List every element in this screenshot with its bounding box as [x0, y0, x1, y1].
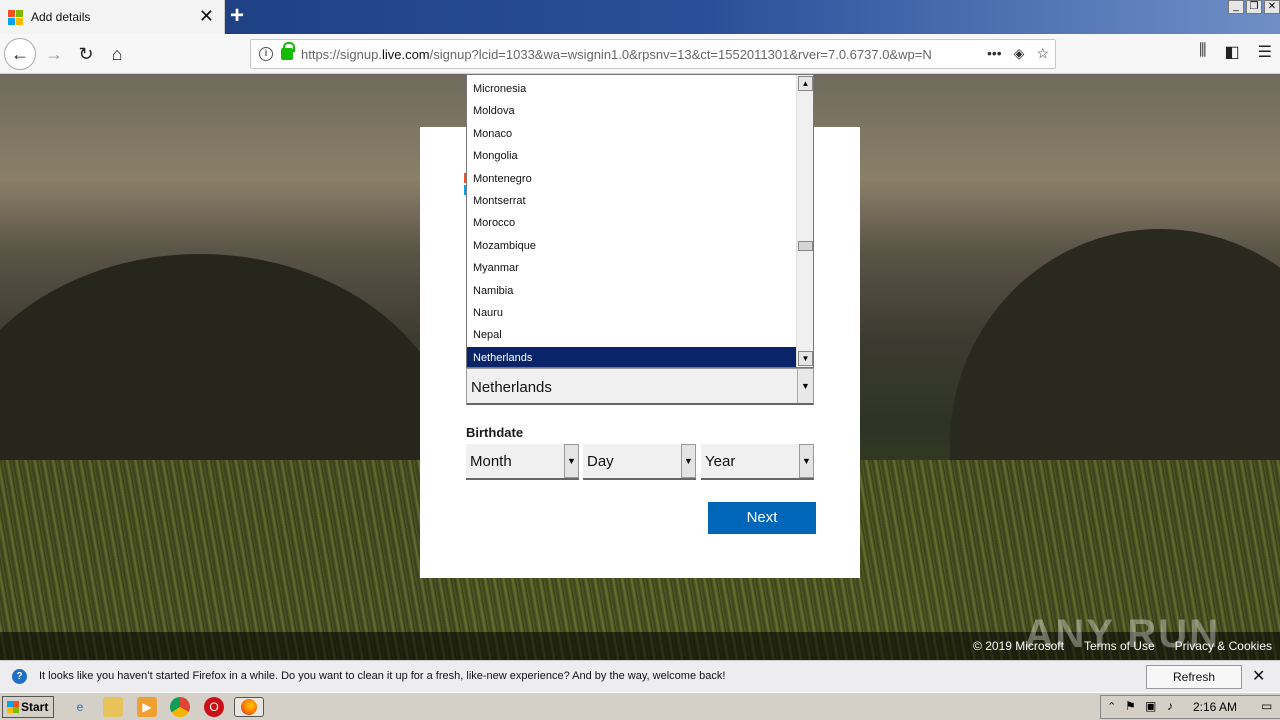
show-desktop-icon[interactable]: ▭	[1261, 699, 1272, 713]
year-select[interactable]: Year ▼	[701, 444, 814, 480]
scroll-up-icon[interactable]: ▲	[798, 76, 813, 91]
refresh-firefox-button[interactable]: Refresh Firefox…	[1146, 665, 1242, 706]
dropdown-option[interactable]: Netherlands	[467, 346, 797, 367]
country-select[interactable]: Netherlands ▼	[466, 368, 814, 405]
folder-icon[interactable]	[103, 697, 123, 717]
dropdown-option[interactable]: Nauru	[467, 302, 797, 324]
menu-icon[interactable]: ☰	[1258, 42, 1272, 62]
start-button[interactable]: Start	[2, 696, 54, 718]
dropdown-option[interactable]: Mozambique	[467, 235, 797, 257]
next-button[interactable]: Next	[708, 502, 816, 534]
scroll-down-icon[interactable]: ▼	[798, 351, 813, 366]
restore-icon[interactable]: ❐	[1246, 0, 1262, 14]
navigation-bar: ← → ↻ ⌂ i https://signup.live.com/signup…	[0, 34, 1280, 74]
dropdown-option[interactable]: Moldova	[467, 100, 797, 122]
network-icon[interactable]: ▣	[1145, 699, 1156, 713]
year-value: Year	[705, 453, 736, 470]
day-value: Day	[587, 453, 614, 470]
reload-icon[interactable]: ↻	[70, 38, 102, 70]
dropdown-option[interactable]: Namibia	[467, 280, 797, 302]
month-select[interactable]: Month ▼	[466, 444, 579, 480]
pocket-icon[interactable]: ◈	[1014, 45, 1025, 62]
dropdown-option[interactable]: Micronesia	[467, 78, 797, 100]
dropdown-option[interactable]: Mongolia	[467, 145, 797, 167]
firefox-icon	[241, 699, 257, 715]
tab-strip: Add details ✕ + _ ❐ ✕	[0, 0, 1280, 34]
dropdown-option[interactable]: Morocco	[467, 212, 797, 234]
new-tab-icon[interactable]: +	[230, 2, 244, 30]
url-text[interactable]: https://signup.live.com/signup?lcid=1033…	[301, 47, 961, 62]
country-dropdown-list[interactable]: Netherlands Nepal Nauru Namibia Myanmar Mozam…	[466, 74, 814, 368]
microsoft-logo-icon	[8, 9, 23, 25]
chevron-down-icon[interactable]: ▼	[681, 444, 696, 478]
home-icon[interactable]: ⌂	[101, 38, 133, 70]
library-icon[interactable]: ⫼	[1199, 42, 1206, 62]
browser-tab[interactable]: Add details ✕	[0, 0, 225, 34]
clock: 2:16 AM	[1193, 700, 1238, 714]
lock-icon[interactable]	[281, 42, 295, 60]
internet-explorer-icon[interactable]: e	[70, 697, 90, 717]
scrollbar[interactable]: ▲ ▼	[796, 75, 813, 367]
info-icon[interactable]: i	[259, 47, 273, 61]
dropdown-option[interactable]: Monaco	[467, 123, 797, 145]
volume-icon[interactable]: ♪	[1167, 699, 1173, 713]
chevron-down-icon[interactable]: ▼	[564, 444, 579, 478]
birthdate-label: Birthdate	[466, 425, 524, 440]
dropdown-option[interactable]: Myanmar	[467, 257, 797, 279]
month-value: Month	[470, 453, 512, 470]
url-bar[interactable]: i https://signup.live.com/signup?lcid=10…	[250, 39, 1056, 69]
country-value: Netherlands	[471, 379, 552, 396]
close-window-icon[interactable]: ✕	[1264, 0, 1280, 14]
bookmark-star-icon[interactable]: ☆	[1036, 45, 1049, 62]
tray-expand-icon[interactable]: ⌃	[1107, 700, 1116, 713]
opera-icon[interactable]: O	[204, 697, 224, 717]
question-icon: ?	[12, 669, 27, 684]
chevron-down-icon[interactable]: ▼	[797, 369, 813, 403]
dropdown-option[interactable]: Montenegro	[467, 168, 797, 190]
minimize-icon[interactable]: _	[1228, 0, 1244, 14]
close-notification-icon[interactable]: ✕	[1252, 666, 1265, 686]
tab-title: Add details	[31, 10, 91, 24]
firefox-taskbar-button[interactable]	[234, 697, 264, 717]
flag-icon[interactable]: ⚑	[1125, 699, 1136, 713]
back-icon[interactable]: ←	[4, 38, 36, 70]
chrome-icon[interactable]	[170, 697, 190, 717]
close-tab-icon[interactable]: ✕	[199, 7, 214, 25]
day-select[interactable]: Day ▼	[583, 444, 696, 480]
anyrun-watermark: ANY RUN	[1024, 612, 1220, 656]
chevron-down-icon[interactable]: ▼	[799, 444, 814, 478]
scroll-thumb[interactable]	[798, 241, 813, 251]
system-tray: ⌃ ⚑ ▣ ♪ 2:16 AM ▭	[1100, 695, 1280, 719]
media-player-icon[interactable]: ▶	[137, 697, 157, 717]
notification-message: It looks like you haven’t started Firefo…	[39, 670, 726, 682]
notification-bar: ? It looks like you haven’t started Fire…	[0, 660, 1280, 706]
dropdown-option[interactable]: Montserrat	[467, 190, 797, 212]
forward-icon[interactable]: →	[38, 38, 70, 70]
window-controls: _ ❐ ✕	[1228, 0, 1280, 14]
sidebar-icon[interactable]: ◧	[1225, 42, 1240, 62]
dropdown-option[interactable]: Nepal	[467, 324, 797, 346]
taskbar: Start e ▶ O ⌃ ⚑ ▣ ♪ 2:16 AM ▭	[0, 692, 1280, 720]
page-actions-icon[interactable]: •••	[987, 45, 1002, 62]
